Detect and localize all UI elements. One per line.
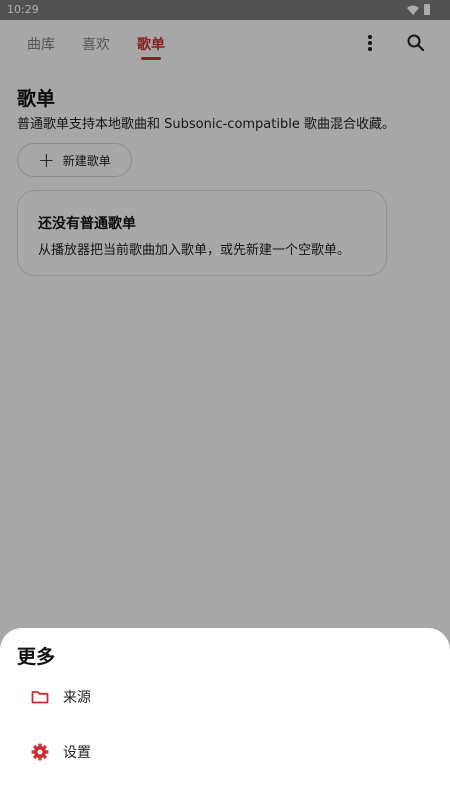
sheet-item-label: 来源 bbox=[63, 690, 91, 706]
gear-icon bbox=[31, 743, 49, 761]
more-bottom-sheet: 更多 来源 设置 bbox=[0, 628, 450, 800]
sheet-item-label: 设置 bbox=[63, 745, 91, 761]
sheet-title: 更多 bbox=[17, 646, 56, 668]
folder-icon bbox=[31, 691, 49, 704]
sheet-item-settings[interactable]: 设置 bbox=[0, 728, 450, 776]
sheet-item-sources[interactable]: 来源 bbox=[0, 673, 450, 721]
